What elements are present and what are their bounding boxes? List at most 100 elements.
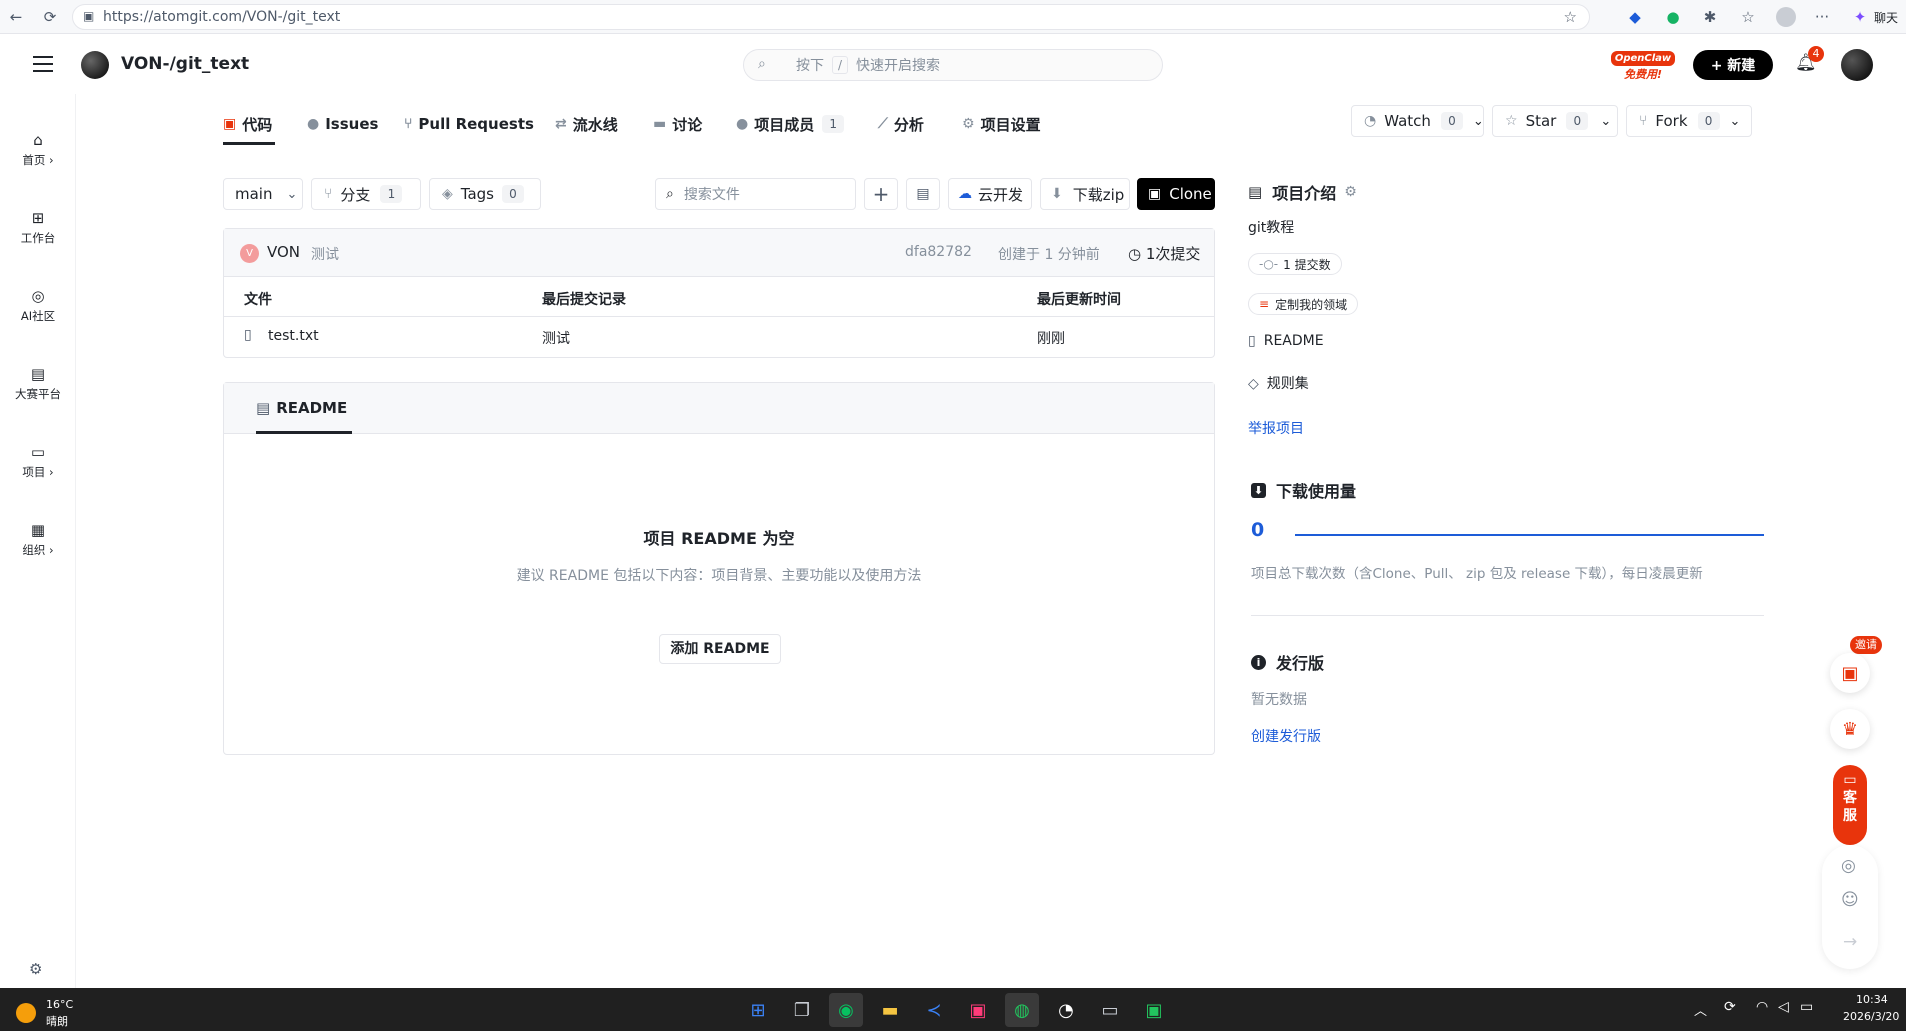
commit-count-link[interactable]: ◷ 1次提交 [1128, 243, 1200, 264]
readme-link[interactable]: ▯ README [1248, 333, 1324, 349]
sidebar-item-home[interactable]: ⌂ 首页 › [0, 131, 76, 168]
site-info-icon[interactable]: ▣ [83, 9, 94, 23]
jetbrains-icon[interactable]: ▣ [961, 993, 995, 1027]
customer-service-button[interactable]: ▭ 客服 [1833, 765, 1867, 845]
terminal-icon: ▣ [1148, 186, 1162, 202]
add-readme-button[interactable]: 添加 README [659, 634, 781, 664]
releases-title-text: 发行版 [1276, 654, 1325, 673]
wechat-icon[interactable]: ◉ [829, 993, 863, 1027]
cloud-dev-button[interactable]: ☁ 云开发 [948, 178, 1032, 210]
workbench-icon: ⊞ [31, 209, 45, 227]
sidebar-item-contest[interactable]: ▤ 大赛平台 [0, 365, 76, 402]
arrow-right-icon[interactable]: → [1843, 932, 1857, 952]
favorite-star-icon[interactable]: ☆ [1564, 8, 1577, 26]
star-button[interactable]: ☆ Star 0 ⌄ [1492, 105, 1618, 137]
file-explorer-icon[interactable]: ▬ [873, 993, 907, 1027]
start-icon[interactable]: ⊞ [741, 993, 775, 1027]
file-commit[interactable]: 测试 [542, 328, 570, 348]
fork-icon: ⑂ [1639, 113, 1648, 129]
battery-icon[interactable]: ▭ [1800, 999, 1813, 1015]
openclaw-promo-banner[interactable]: OpenClaw 免费用! [1610, 49, 1676, 81]
extension-green-icon[interactable]: ● [1663, 7, 1683, 27]
gift-icon[interactable]: ▣ [1830, 653, 1870, 693]
invite-badge[interactable]: 邀请 [1850, 636, 1882, 654]
col-file: 文件 [244, 292, 272, 308]
edge-icon[interactable]: ◍ [1005, 993, 1039, 1027]
chat-label[interactable]: 聊天 [1874, 9, 1898, 26]
gear-icon[interactable]: ⚙ [1344, 184, 1357, 200]
qq-icon[interactable]: ◔ [1049, 993, 1083, 1027]
tab-discussion[interactable]: ▬ 讨论 [653, 106, 702, 142]
extensions-puzzle-icon[interactable]: ✱ [1700, 7, 1720, 27]
branch-select[interactable]: main ⌄ [223, 178, 303, 210]
tray-chevron-icon[interactable]: ︿ [1694, 1000, 1707, 1019]
address-bar[interactable]: ▣ https://atomgit.com/VON-/git_text ☆ [72, 4, 1590, 30]
table-row[interactable]: ▯ test.txt 测试 刚刚 [224, 317, 1214, 357]
task-view-icon[interactable]: ❐ [785, 993, 819, 1027]
back-icon[interactable]: ← [6, 7, 26, 27]
tags-button[interactable]: ◈ Tags 0 [429, 178, 541, 210]
refresh-icon[interactable]: ⟳ [40, 7, 60, 27]
trophy-icon[interactable]: ♛ [1830, 709, 1870, 749]
terminal-app-icon[interactable]: ▭ [1093, 993, 1127, 1027]
tab-pipeline[interactable]: ⇄ 流水线 [555, 106, 618, 142]
commit-hash[interactable]: dfa82782 [905, 244, 972, 260]
download-zip-button[interactable]: ⬇ 下载zip [1040, 178, 1130, 210]
sidebar-settings-icon[interactable]: ⚙ [29, 960, 42, 978]
readme-tab[interactable]: ▤ README [256, 399, 347, 417]
project-intro-title: ▤ 项目介绍 ⚙ [1248, 180, 1357, 204]
weather: 晴朗 [46, 1015, 68, 1028]
user-avatar[interactable] [1841, 49, 1873, 81]
more-icon[interactable]: ··· [1812, 7, 1832, 27]
tab-members[interactable]: ● 项目成员 1 [736, 106, 845, 142]
rules-link[interactable]: ◇ 规则集 [1248, 373, 1309, 393]
wifi-icon[interactable]: ◠ [1756, 999, 1768, 1015]
vscode-icon[interactable]: ≺ [917, 993, 951, 1027]
file-table-header: 文件 最后提交记录 最后更新时间 [224, 277, 1214, 317]
watch-button[interactable]: ◔ Watch 0 ⌄ [1351, 105, 1484, 137]
file-name[interactable]: test.txt [268, 328, 319, 344]
favorites-icon[interactable]: ☆ [1738, 7, 1758, 27]
app-icon[interactable]: ▣ [1137, 993, 1171, 1027]
tab-pull-requests[interactable]: ⑂ Pull Requests [404, 106, 534, 142]
clone-button[interactable]: ▣ Clone [1137, 178, 1215, 210]
tab-analysis[interactable]: ⟋ 分析 [878, 106, 924, 142]
fork-button[interactable]: ⑂ Fork 0 ⌄ [1626, 105, 1752, 137]
sidebar-item-organization[interactable]: ▦ 组织 › [0, 521, 76, 558]
swirl-icon[interactable]: ◎ [1841, 856, 1856, 876]
members-icon: ● [736, 116, 749, 132]
repo-avatar[interactable] [81, 51, 109, 79]
tab-issues[interactable]: ● Issues [307, 106, 378, 142]
create-release-link[interactable]: 创建发行版 [1251, 726, 1321, 746]
sun-icon[interactable] [16, 1003, 36, 1023]
sidebar-item-projects[interactable]: ▭ 项目 › [0, 443, 76, 480]
volume-icon[interactable]: ◁ [1778, 999, 1789, 1015]
commit-author[interactable]: VON [267, 243, 300, 261]
tab-settings[interactable]: ⚙ 项目设置 [962, 106, 1041, 142]
web-ide-button[interactable]: ▤ [906, 178, 940, 210]
readme-tab-label: README [276, 399, 348, 417]
tab-label: 流水线 [572, 115, 618, 134]
repo-title[interactable]: VON-/git_text [121, 54, 249, 74]
global-search-input[interactable]: ⌕ 按下 / 快速开启搜索 [743, 49, 1163, 81]
report-project-link[interactable]: 举报项目 [1248, 418, 1304, 438]
copilot-icon[interactable]: ✦ [1850, 7, 1870, 27]
add-file-button[interactable]: + [864, 178, 898, 210]
tab-code[interactable]: ▣ 代码 [223, 106, 272, 142]
extension-icon[interactable]: ◆ [1625, 7, 1645, 27]
branches-button[interactable]: ⑂ 分支 1 [311, 178, 421, 210]
sync-icon[interactable]: ⟳ [1724, 999, 1736, 1015]
issue-icon: ● [307, 116, 320, 132]
commit-message[interactable]: 测试 [311, 244, 339, 264]
readme-tab-underline [256, 431, 352, 434]
custom-domain-pill[interactable]: ≡ 定制我的领域 [1248, 293, 1359, 315]
menu-icon[interactable] [33, 54, 53, 72]
tags-label: Tags [460, 185, 494, 203]
search-file-input[interactable]: ⌕ 搜索文件 [655, 178, 856, 210]
profile-icon[interactable] [1776, 7, 1796, 27]
smile-icon[interactable]: ☺ [1841, 890, 1859, 910]
new-button[interactable]: + 新建 [1693, 50, 1773, 80]
sidebar-item-ai-community[interactable]: ◎ AI社区 [0, 287, 76, 324]
sidebar-item-workbench[interactable]: ⊞ 工作台 [0, 209, 76, 246]
commits-pill[interactable]: -○- 1 提交数 [1248, 253, 1342, 275]
